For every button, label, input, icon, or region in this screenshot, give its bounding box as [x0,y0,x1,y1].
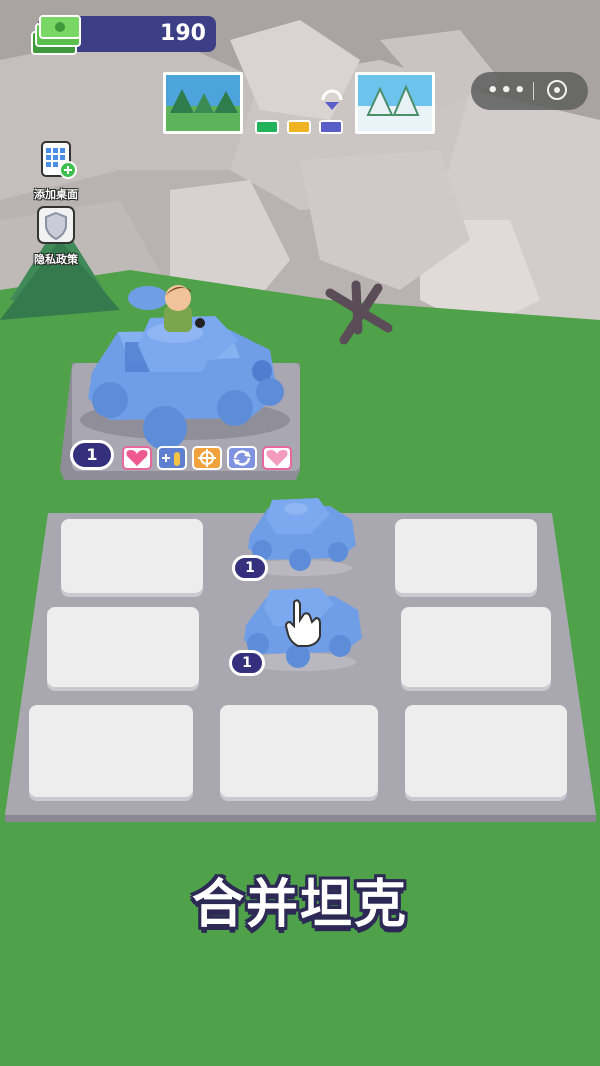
heart-icon [262,446,292,470]
grid-cell-1-0[interactable] [47,607,199,687]
cash-stack-icon [31,15,81,55]
page-title: 合并坦克 [191,875,408,935]
level-progress [163,72,435,138]
mini-program-capsule: ••• [471,72,588,110]
heart-icon [122,446,152,470]
privacy-policy-label: 隐私政策 [34,253,78,266]
ammo-plus-icon [157,446,187,470]
stage-dot-2 [287,120,311,134]
merge-grid [5,513,595,821]
grid-cell-2-2[interactable] [405,705,567,797]
game-scene: 190 ••• 添加桌面 隐私政策 1 1 1 合并坦克 [0,0,600,1066]
more-menu-button[interactable]: ••• [487,80,526,102]
stage-dot-3 [319,120,343,134]
target-icon[interactable] [547,80,567,100]
crosshair-icon [192,446,222,470]
showcase-tank-level-badge: 1 [70,440,114,470]
grid-cell-0-2[interactable] [395,519,537,593]
grid-cell-0-0[interactable] [61,519,203,593]
grid-cell-2-0[interactable] [29,705,193,797]
grid-cell-2-1[interactable] [220,705,378,797]
stage-dot-1 [255,120,279,134]
forest-icon [170,89,238,113]
add-desktop-icon [41,141,77,179]
reload-icon [227,446,257,470]
tank-level-badge: 1 [229,650,265,676]
grid-cell-1-2[interactable] [401,607,551,687]
shield-icon [37,206,75,244]
coin-value: 190 [160,21,206,46]
current-map-thumbnail [163,72,243,134]
capsule-divider [533,82,534,100]
snow-forest-icon [366,84,420,116]
add-to-desktop-button[interactable]: 添加桌面 [24,140,88,202]
current-stage-marker-icon [321,89,343,110]
add-to-desktop-label: 添加桌面 [34,188,78,201]
next-map-thumbnail [355,72,435,134]
privacy-policy-button[interactable]: 隐私政策 [24,205,88,267]
tank-level-badge: 1 [232,555,268,581]
